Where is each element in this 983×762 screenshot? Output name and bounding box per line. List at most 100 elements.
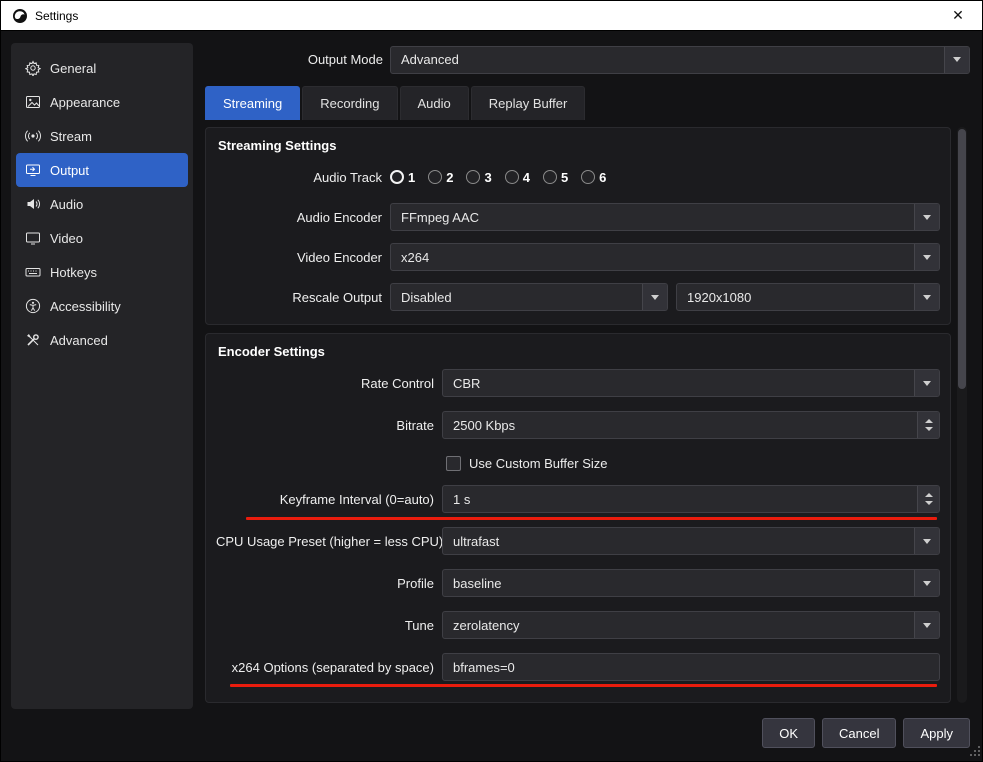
- rate-control-row: Rate Control CBR: [216, 369, 940, 397]
- tune-select[interactable]: zerolatency: [442, 611, 940, 639]
- keyframe-interval-row: Keyframe Interval (0=auto) 1 s: [216, 485, 940, 513]
- bitrate-row: Bitrate 2500 Kbps: [216, 411, 940, 439]
- radio-icon: [542, 170, 557, 184]
- output-mode-select[interactable]: Advanced: [390, 45, 970, 74]
- tab-replay-buffer[interactable]: Replay Buffer: [470, 86, 586, 120]
- x264-options-input[interactable]: [442, 653, 940, 681]
- chevron-down-icon: [914, 244, 939, 270]
- rate-control-select[interactable]: CBR: [442, 369, 940, 397]
- keyboard-icon: [24, 264, 41, 281]
- radio-icon: [428, 170, 443, 184]
- window-body: General Appearance Stream Output Audio V…: [1, 31, 982, 761]
- tab-recording[interactable]: Recording: [302, 86, 398, 120]
- resize-grip[interactable]: [970, 744, 980, 759]
- rescale-output-select[interactable]: Disabled: [390, 283, 668, 311]
- sidebar-item-label: Video: [50, 230, 84, 246]
- tune-label: Tune: [404, 617, 434, 633]
- audio-track-radio-group: 1 2 3 4 5 6: [390, 170, 606, 185]
- sidebar-item-label: Accessibility: [50, 298, 121, 314]
- vertical-scrollbar[interactable]: [957, 127, 967, 703]
- video-encoder-select[interactable]: x264: [390, 243, 940, 271]
- annotation-underline-x264: [230, 684, 937, 687]
- bitrate-spinner[interactable]: 2500 Kbps: [442, 411, 940, 439]
- audio-track-label: Audio Track: [313, 169, 382, 185]
- speaker-icon: [24, 196, 41, 213]
- dialog-buttons: OK Cancel Apply: [762, 718, 970, 748]
- chevron-down-icon: [642, 284, 667, 310]
- rescale-output-label: Rescale Output: [292, 289, 382, 305]
- cpu-preset-row: CPU Usage Preset (higher = less CPU) ult…: [216, 527, 940, 555]
- window-title: Settings: [35, 8, 79, 23]
- sidebar-item-label: Audio: [50, 196, 84, 212]
- chevron-down-icon: [914, 612, 939, 638]
- rescale-output-row: Rescale Output Disabled 1920x1080: [216, 283, 940, 311]
- chevron-down-icon: [944, 46, 969, 73]
- cancel-button[interactable]: Cancel: [822, 718, 897, 748]
- tab-audio[interactable]: Audio: [399, 86, 469, 120]
- settings-window: Settings ✕ General Appearance Stream Out…: [0, 0, 983, 762]
- sidebar-item-stream[interactable]: Stream: [16, 119, 188, 153]
- obs-logo-icon: [11, 7, 28, 24]
- group-title: Streaming Settings: [218, 138, 337, 153]
- rescale-resolution-select[interactable]: 1920x1080: [676, 283, 940, 311]
- audio-track-radio-6[interactable]: 6: [581, 170, 606, 185]
- apply-button[interactable]: Apply: [903, 718, 970, 748]
- custom-buffer-row: Use Custom Buffer Size: [446, 453, 940, 473]
- sidebar-item-appearance[interactable]: Appearance: [16, 85, 188, 119]
- chevron-down-icon: [914, 370, 939, 396]
- broadcast-icon: [24, 128, 41, 145]
- image-icon: [24, 94, 41, 111]
- sidebar-item-video[interactable]: Video: [16, 221, 188, 255]
- audio-track-radio-5[interactable]: 5: [542, 170, 568, 185]
- audio-track-radio-4[interactable]: 4: [504, 170, 530, 185]
- audio-track-row: Audio Track 1 2 3 4 5 6: [216, 163, 940, 191]
- use-custom-buffer-checkbox[interactable]: [446, 455, 461, 471]
- radio-icon: [504, 170, 519, 184]
- sidebar-item-label: Appearance: [50, 94, 121, 110]
- profile-label: Profile: [397, 575, 434, 591]
- profile-row: Profile baseline: [216, 569, 940, 597]
- video-encoder-row: Video Encoder x264: [216, 243, 940, 271]
- streaming-settings-group: Streaming Settings Audio Track 1 2 3 4 5…: [205, 127, 951, 325]
- cpu-preset-select[interactable]: ultrafast: [442, 527, 940, 555]
- keyframe-interval-spinner[interactable]: 1 s: [442, 485, 940, 513]
- sidebar-item-hotkeys[interactable]: Hotkeys: [16, 255, 188, 289]
- settings-sidebar: General Appearance Stream Output Audio V…: [11, 43, 193, 709]
- sidebar-item-audio[interactable]: Audio: [16, 187, 188, 221]
- audio-encoder-select[interactable]: FFmpeg AAC: [390, 203, 940, 231]
- sidebar-item-label: General: [50, 60, 97, 76]
- tab-content: Streaming Settings Audio Track 1 2 3 4 5…: [205, 127, 951, 711]
- sidebar-item-general[interactable]: General: [16, 51, 188, 85]
- chevron-down-icon: [914, 570, 939, 596]
- display-icon: [24, 230, 41, 247]
- close-button[interactable]: ✕: [944, 7, 972, 24]
- scrollbar-thumb[interactable]: [958, 129, 966, 389]
- main-panel: Output Mode Advanced Streaming Recording…: [205, 31, 972, 762]
- keyframe-interval-label: Keyframe Interval (0=auto): [279, 491, 434, 507]
- cpu-preset-label: CPU Usage Preset (higher = less CPU): [216, 533, 444, 549]
- gear-icon: [24, 60, 41, 77]
- titlebar: Settings ✕: [1, 1, 982, 31]
- rescale-fields: Disabled 1920x1080: [390, 283, 940, 311]
- audio-track-radio-1[interactable]: 1: [390, 170, 415, 185]
- rate-control-label: Rate Control: [361, 375, 434, 391]
- group-title: Encoder Settings: [218, 344, 325, 359]
- tab-streaming[interactable]: Streaming: [205, 86, 301, 120]
- sidebar-item-advanced[interactable]: Advanced: [16, 323, 188, 357]
- chevron-down-icon: [914, 528, 939, 554]
- sidebar-item-output[interactable]: Output: [16, 153, 188, 187]
- output-mode-label: Output Mode: [307, 52, 383, 67]
- audio-track-radio-2[interactable]: 2: [428, 170, 453, 185]
- audio-track-radio-3[interactable]: 3: [466, 170, 492, 185]
- sidebar-item-label: Stream: [50, 128, 92, 144]
- spinner-buttons[interactable]: [917, 412, 939, 438]
- sidebar-item-label: Hotkeys: [50, 264, 97, 280]
- ok-button[interactable]: OK: [762, 718, 815, 748]
- tools-icon: [24, 332, 41, 349]
- bitrate-label: Bitrate: [396, 417, 434, 433]
- audio-encoder-label: Audio Encoder: [296, 209, 382, 225]
- sidebar-item-accessibility[interactable]: Accessibility: [16, 289, 188, 323]
- spinner-buttons[interactable]: [917, 486, 939, 512]
- profile-select[interactable]: baseline: [442, 569, 940, 597]
- radio-icon: [581, 170, 596, 184]
